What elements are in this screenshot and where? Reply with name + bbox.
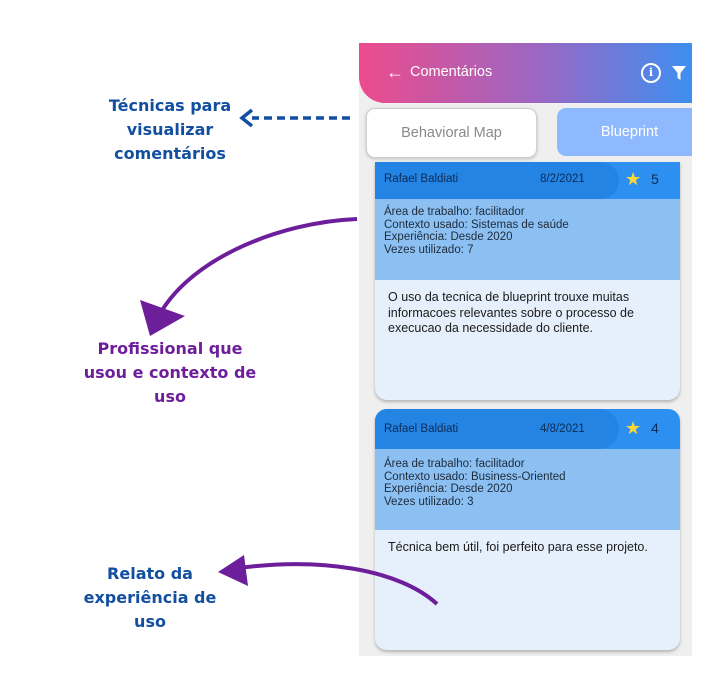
curved-arrow-profissional bbox=[151, 217, 358, 329]
annotation-profissional: Profissional que usou e contexto de uso bbox=[70, 337, 270, 409]
curved-arrow-relato bbox=[224, 562, 439, 606]
annotation-line: experiência de bbox=[83, 588, 217, 607]
annotation-line: Técnicas para bbox=[108, 96, 232, 115]
arrow-head-profissional bbox=[140, 300, 185, 336]
annotation-line: Profissional que bbox=[97, 339, 243, 358]
annotation-tecnicas: Técnicas para visualizar comentários bbox=[90, 94, 250, 166]
annotation-line: usou e contexto de bbox=[83, 363, 257, 382]
annotation-line: uso bbox=[154, 387, 186, 406]
annotation-line: comentários bbox=[114, 144, 226, 163]
annotation-line: uso bbox=[134, 612, 166, 631]
annotation-relato: Relato da experiência de uso bbox=[75, 562, 225, 634]
annotation-line: Relato da bbox=[107, 564, 193, 583]
annotation-line: visualizar bbox=[126, 120, 214, 139]
